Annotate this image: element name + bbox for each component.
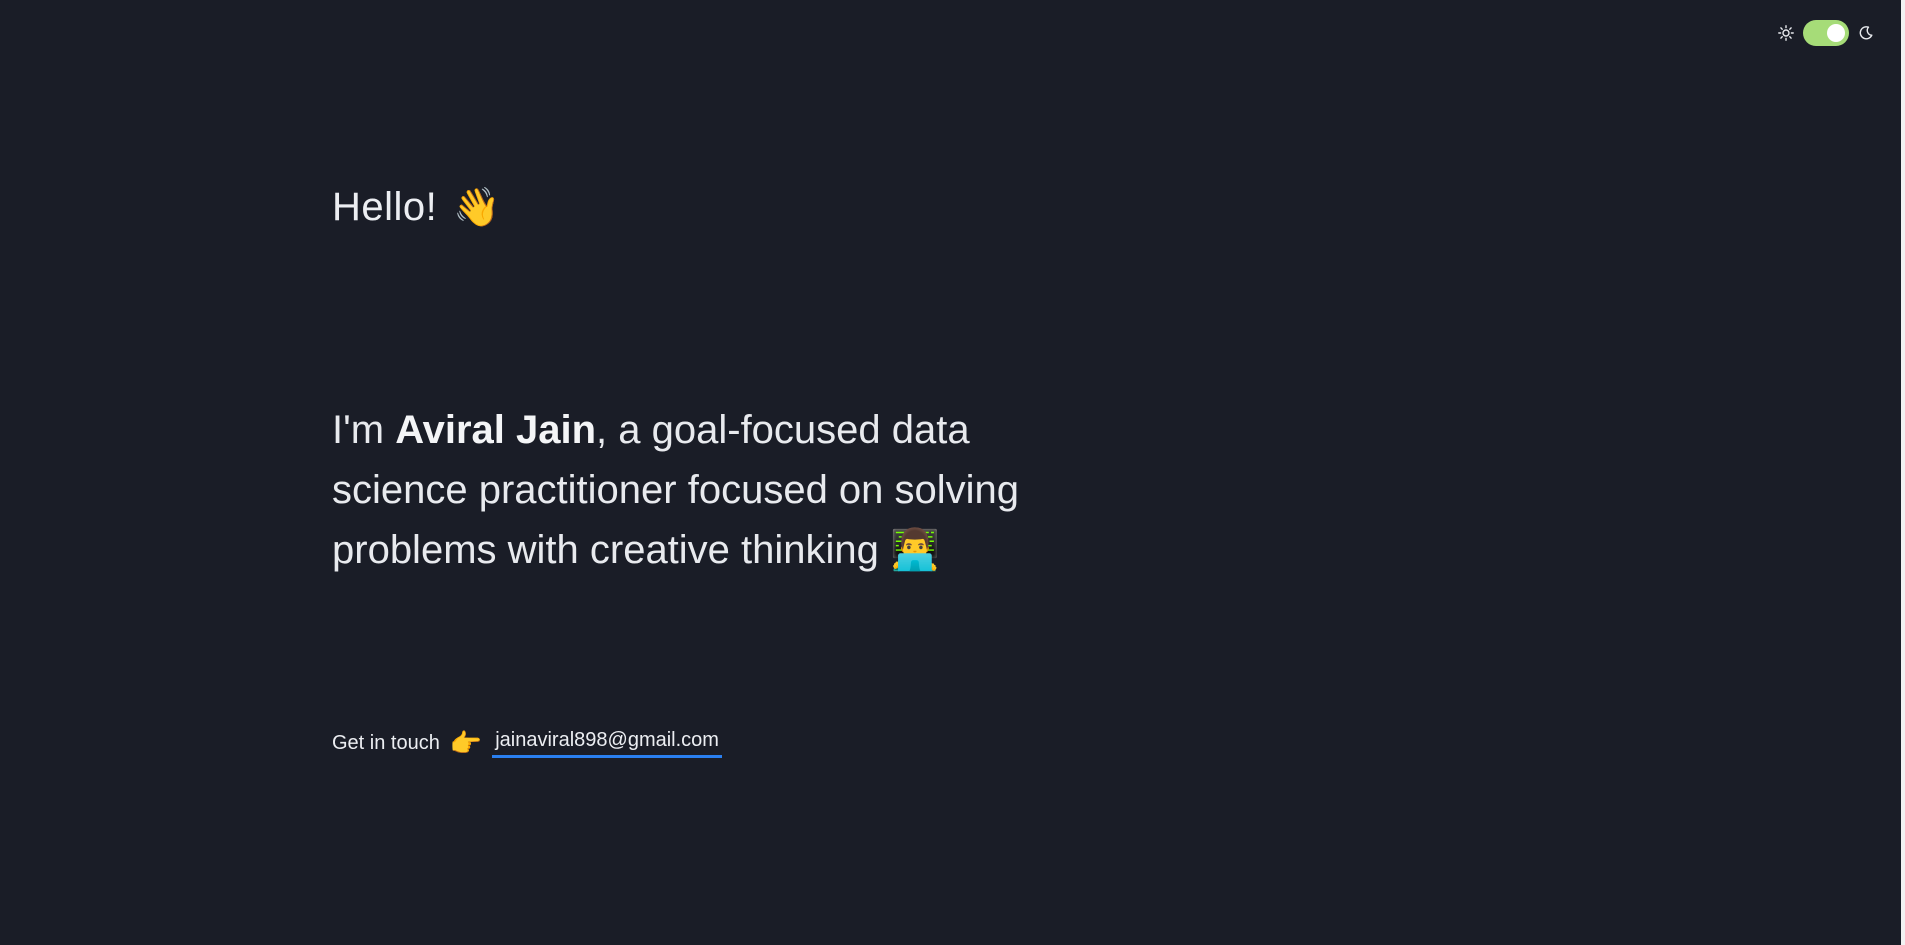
toggle-knob [1827,24,1845,42]
email-link[interactable]: jainaviral898@gmail.com [492,729,722,758]
moon-icon [1857,24,1875,42]
person-name: Aviral Jain [395,408,597,452]
contact-row: Get in touch 👉 jainaviral898@gmail.com [332,728,722,759]
contact-label: Get in touch [332,732,440,754]
greeting-text: Hello! [332,185,438,229]
theme-toggle[interactable] [1803,20,1849,46]
intro-prefix: I'm [332,408,396,452]
intro-paragraph: I'm Aviral Jain, a goal-focused data sci… [332,400,1052,580]
waving-hand-icon: 👋 [453,187,502,229]
scrollbar-track[interactable] [1901,0,1905,945]
pointing-hand-icon: 👉 [449,728,483,758]
technologist-icon: 👨‍💻 [890,528,940,572]
greeting-heading: Hello! 👋 [332,183,501,232]
theme-switch [1777,20,1875,46]
sun-icon [1777,24,1795,42]
